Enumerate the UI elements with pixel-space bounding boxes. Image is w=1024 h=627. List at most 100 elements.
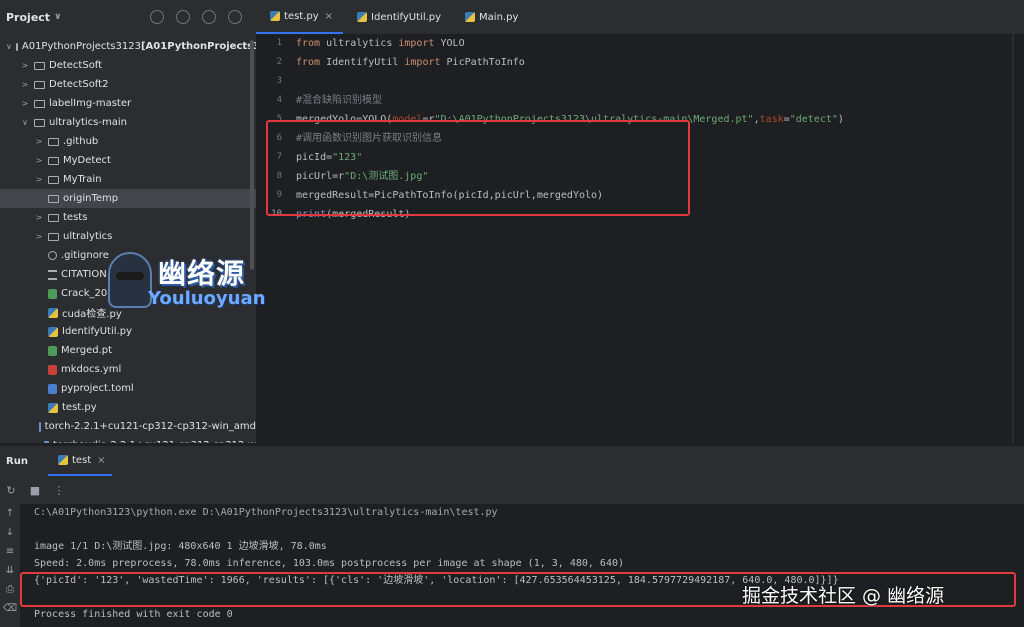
- tree-item-label: ultralytics: [63, 231, 113, 242]
- trash-icon[interactable]: ⌫: [0, 599, 20, 618]
- tab-main-py[interactable]: Main.py: [451, 0, 528, 34]
- hacker-mascot-icon: [108, 252, 152, 308]
- run-tab-test[interactable]: test ×: [47, 446, 112, 476]
- tree-item[interactable]: ∨ ultralytics-main: [0, 113, 256, 132]
- tree-item-label: DetectSoft2: [49, 79, 109, 90]
- project-title[interactable]: Project: [6, 11, 50, 24]
- folder-icon: [48, 194, 59, 203]
- tree-item-label: labelImg-master: [49, 98, 132, 109]
- tree-item-label: originTemp: [63, 193, 119, 204]
- code-line[interactable]: [296, 72, 844, 91]
- tree-item[interactable]: > labelImg-master: [0, 94, 256, 113]
- project-tree: ∨ A01PythonProjects3123 [A01PythonProject…: [0, 37, 256, 443]
- tree-item[interactable]: torchaudio-2.2.1+cu121-cp312-cp312-w: [0, 436, 256, 443]
- py-icon: [48, 402, 58, 413]
- folder-icon: [34, 118, 45, 127]
- tree-item[interactable]: originTemp: [0, 189, 256, 208]
- py-icon: [48, 326, 58, 337]
- console-line: image 1/1 D:\测试图.jpg: 480x640 1 边坡滑坡, 78…: [34, 541, 327, 552]
- soft-wrap-icon[interactable]: ≡: [0, 542, 20, 561]
- tab-label: Main.py: [479, 11, 519, 23]
- watermark-cn-text: 幽络源: [158, 257, 246, 290]
- code-line[interactable]: #混合缺陷识别模型: [296, 91, 844, 110]
- project-scrollbar[interactable]: [250, 40, 254, 270]
- watermark-credit: 掘金技术社区 @ 幽络源: [742, 585, 945, 607]
- rerun-icon[interactable]: ↻: [4, 484, 18, 497]
- locate-icon[interactable]: [150, 10, 164, 24]
- chevron-right-icon[interactable]: >: [34, 156, 44, 165]
- tab-identifyutil-py[interactable]: IdentifyUtil.py: [343, 0, 451, 34]
- console-line: Speed: 2.0ms preprocess, 78.0ms inferenc…: [34, 558, 625, 569]
- tree-item-module: [A01PythonProjects310: [140, 41, 256, 52]
- tree-item[interactable]: Merged.pt: [0, 341, 256, 360]
- chevron-right-icon[interactable]: >: [34, 175, 44, 184]
- tree-item[interactable]: > tests: [0, 208, 256, 227]
- watermark-en-text: Youluoyuan: [148, 288, 266, 309]
- whl-icon: [39, 421, 41, 432]
- tree-item-label: .gitignore: [61, 250, 109, 261]
- tree-item-label: MyDetect: [63, 155, 111, 166]
- tree-item[interactable]: pyproject.toml: [0, 379, 256, 398]
- chevron-right-icon[interactable]: >: [20, 80, 30, 89]
- tree-item[interactable]: > .github: [0, 132, 256, 151]
- close-icon[interactable]: ×: [325, 11, 333, 22]
- tree-item-label: torchaudio-2.2.1+cu121-cp312-cp312-w: [53, 440, 256, 443]
- run-toolbar: ↻ ■ ⋮: [0, 476, 1024, 504]
- tree-item[interactable]: torch-2.2.1+cu121-cp312-cp312-win_amd: [0, 417, 256, 436]
- toml-icon: [48, 383, 57, 394]
- python-file-icon: [465, 12, 476, 22]
- py-icon: [48, 307, 58, 318]
- more-icon[interactable]: ⋮: [52, 484, 66, 497]
- chevron-right-icon[interactable]: >: [34, 137, 44, 146]
- editor-scrollbar[interactable]: [1012, 34, 1014, 443]
- chevron-down-icon[interactable]: ∨: [6, 42, 12, 51]
- tree-item[interactable]: > DetectSoft: [0, 56, 256, 75]
- stop-icon[interactable]: ■: [28, 484, 42, 497]
- tab-label: IdentifyUtil.py: [371, 11, 442, 23]
- folder-icon: [48, 213, 59, 222]
- pt-icon: [48, 288, 57, 299]
- tree-item[interactable]: test.py: [0, 398, 256, 417]
- project-header[interactable]: Project ∨: [0, 0, 256, 34]
- expand-icon[interactable]: [176, 10, 190, 24]
- folder-icon: [48, 232, 59, 241]
- line-number: 2: [276, 57, 282, 67]
- arrow-down-icon[interactable]: ↓: [0, 523, 20, 542]
- tree-item-label: DetectSoft: [49, 60, 103, 71]
- options-icon[interactable]: [228, 10, 242, 24]
- tree-item-label: torch-2.2.1+cu121-cp312-cp312-win_amd: [44, 421, 256, 432]
- folder-icon: [48, 156, 59, 165]
- tree-item[interactable]: > DetectSoft2: [0, 75, 256, 94]
- chevron-right-icon[interactable]: >: [20, 99, 30, 108]
- chevron-down-icon[interactable]: ∨: [54, 12, 61, 22]
- tree-item[interactable]: IdentifyUtil.py: [0, 322, 256, 341]
- tree-item[interactable]: ∨ A01PythonProjects3123 [A01PythonProject…: [0, 37, 256, 56]
- scroll-to-end-icon[interactable]: ⇊: [0, 561, 20, 580]
- print-icon[interactable]: ⎙: [0, 580, 20, 599]
- tab-test-py[interactable]: test.py ×: [256, 0, 344, 34]
- code-editor[interactable]: 1 2 3 4 5 6 7 8 9 10 from ultralytics import YOLO…: [256, 34, 1024, 443]
- chevron-right-icon[interactable]: >: [34, 213, 44, 222]
- tree-item-label: Crack_20: [61, 288, 108, 299]
- chevron-down-icon[interactable]: ∨: [20, 118, 30, 127]
- tree-item[interactable]: mkdocs.yml: [0, 360, 256, 379]
- folder-icon: [15, 42, 18, 51]
- chevron-right-icon[interactable]: >: [20, 61, 30, 70]
- python-file-icon: [57, 455, 68, 465]
- arrow-up-icon[interactable]: ↑: [0, 504, 20, 523]
- chevron-right-icon[interactable]: >: [34, 232, 44, 241]
- folder-icon: [34, 80, 45, 89]
- close-icon[interactable]: ×: [97, 455, 105, 466]
- collapse-icon[interactable]: [202, 10, 216, 24]
- tree-item[interactable]: > MyTrain: [0, 170, 256, 189]
- code-line[interactable]: from IdentifyUtil import PicPathToInfo: [296, 53, 844, 72]
- line-gutter: 1 2 3 4 5 6 7 8 9 10: [256, 34, 292, 443]
- code-line[interactable]: from ultralytics import YOLO: [296, 34, 844, 53]
- tree-item-label: A01PythonProjects3123: [21, 41, 141, 52]
- watermark-logo: 幽络源 Youluoyuan: [108, 248, 278, 316]
- folder-icon: [48, 175, 59, 184]
- tree-item[interactable]: > ultralytics: [0, 227, 256, 246]
- tree-item-label: MyTrain: [63, 174, 102, 185]
- project-panel: Project ∨ ∨ A01PythonProjects3123 [A01Pyt…: [0, 0, 256, 443]
- tree-item[interactable]: > MyDetect: [0, 151, 256, 170]
